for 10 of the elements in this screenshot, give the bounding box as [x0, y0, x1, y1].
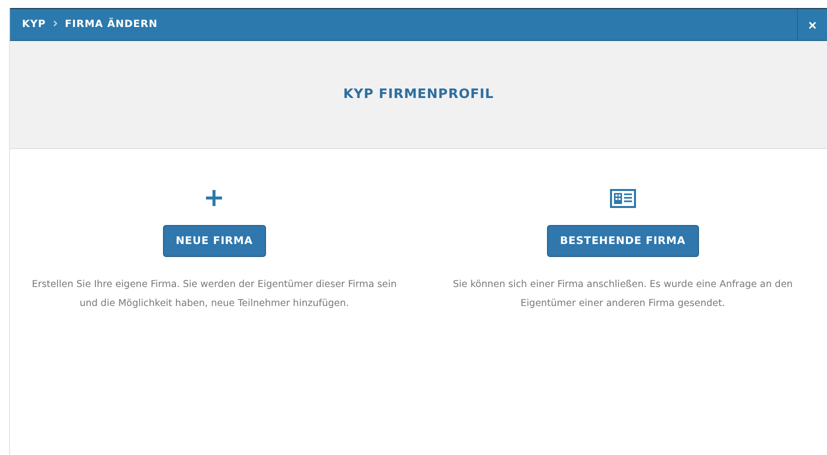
- option-description: Erstellen Sie Ihre eigene Firma. Sie werden der Eigentümer dieser Firma sein und die Möglichkeit haben, neue Teilnehmer hinzufügen.: [30, 278, 398, 311]
- breadcrumb-item[interactable]: KYP: [22, 19, 46, 30]
- plus-icon: [206, 190, 222, 206]
- id-card-icon: [610, 188, 636, 208]
- option-description: Sie können sich einer Firma anschließen. Es wurde eine Anfrage an den Eigentümer einer anderen Firma gesendet.: [452, 278, 794, 311]
- breadcrumb-item[interactable]: FIRMA ÄNDERN: [64, 19, 158, 30]
- option-button[interactable]: NEUE FIRMA: [162, 225, 266, 257]
- close-button[interactable]: ×: [797, 9, 827, 40]
- option-button[interactable]: BESTEHENDE FIRMA: [546, 225, 698, 257]
- dialog-title: KYP FIRMENPROFIL: [343, 87, 494, 102]
